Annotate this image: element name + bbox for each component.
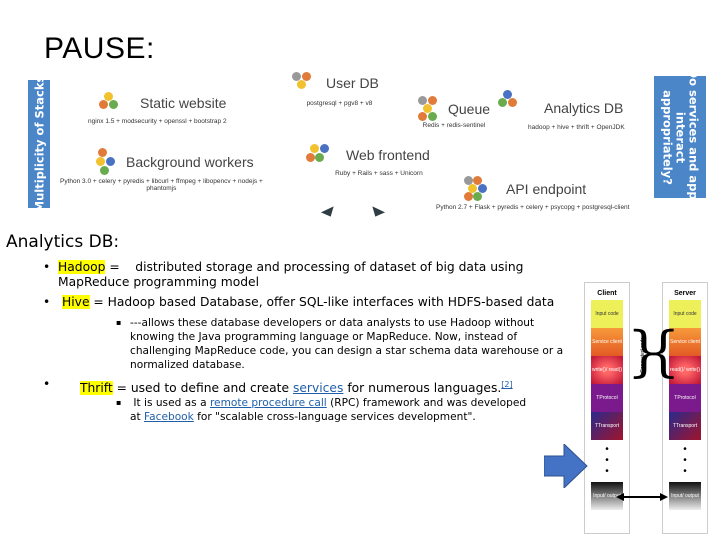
service-stack-line: Python 3.0 + celery + pyredis + libcurl … bbox=[60, 178, 263, 185]
stack-icon bbox=[306, 144, 332, 166]
banner-line: appropriately? bbox=[660, 89, 675, 185]
rpc-link[interactable]: remote procedure call bbox=[210, 397, 327, 409]
section-heading: Analytics DB: bbox=[6, 232, 120, 252]
facebook-link[interactable]: Facebook bbox=[144, 411, 194, 423]
sub-bullet-marker: ▪ bbox=[116, 398, 122, 407]
left-brace-icon: { bbox=[646, 320, 681, 383]
bullet-text: for numerous languages. bbox=[343, 381, 502, 396]
block-input-code: Input code bbox=[591, 300, 623, 328]
client-title: Client bbox=[597, 290, 617, 297]
arrowhead-icon bbox=[320, 206, 338, 220]
service-name: Background workers bbox=[126, 154, 254, 170]
ellipsis-dots: • • • bbox=[605, 444, 609, 477]
detail-text: It is used as a bbox=[130, 397, 210, 409]
service-name: Web frontend bbox=[346, 147, 430, 163]
detail-line: knowing the Java programming language or… bbox=[130, 331, 518, 343]
block-service-client: Service client bbox=[591, 328, 623, 356]
service-background-workers: Background workers Python 3.0 + celery +… bbox=[60, 148, 263, 192]
stack-icon bbox=[98, 92, 120, 114]
bullet-hive: • Hive = Hadoop based Database, offer SQ… bbox=[43, 295, 568, 310]
sub-bullet-marker: ▪ bbox=[116, 318, 122, 327]
service-stack: Ruby + Rails + sass + Unicorn bbox=[335, 170, 423, 177]
term-thrift: Thrift bbox=[80, 381, 113, 396]
multiplicity-banner: Multiplicity of Stacks bbox=[28, 76, 50, 212]
bullet-marker: • bbox=[43, 260, 51, 274]
service-stack: hadoop + hive + thrift + OpenJDK bbox=[528, 124, 625, 131]
service-stack: Redis + redis-sentinel bbox=[422, 122, 486, 129]
stack-icon bbox=[292, 72, 314, 94]
detail-line: ---allows these database developers or d… bbox=[130, 317, 535, 329]
service-name: User DB bbox=[326, 75, 379, 91]
interaction-banner-label: Do services and apps interact appropriat… bbox=[660, 68, 701, 206]
generated-code-label: Generated code bbox=[639, 337, 646, 373]
service-stack: nginx 1.5 + modsecurity + openssl + boot… bbox=[88, 118, 227, 125]
service-name: Static website bbox=[140, 95, 227, 111]
bullet-thrift: • Thrift = used to define and create ser… bbox=[43, 377, 558, 396]
arrowhead-icon bbox=[368, 206, 386, 220]
multiplicity-banner-label: Multiplicity of Stacks bbox=[32, 75, 46, 213]
interaction-banner: Do services and apps interact appropriat… bbox=[654, 68, 706, 206]
services-link[interactable]: services bbox=[293, 381, 343, 395]
service-web-frontend: Web frontend Ruby + Rails + sass + Unico… bbox=[306, 144, 430, 177]
service-name: Analytics DB bbox=[544, 100, 624, 116]
detail-text: (RPC) framework and was developed bbox=[326, 397, 527, 409]
block-ttransport: TTransport bbox=[591, 412, 623, 440]
ellipsis-dots: • • • bbox=[683, 444, 687, 477]
pointer-arrow-icon bbox=[544, 444, 588, 488]
bullet-text: = used to define and create bbox=[112, 381, 293, 396]
service-analytics-db: Analytics DB hadoop + hive + thrift + Op… bbox=[490, 90, 625, 131]
service-name: Queue bbox=[448, 101, 491, 117]
term-hadoop: Hadoop bbox=[58, 260, 106, 274]
service-user-db: User DB postgresql + pgv8 + v8 bbox=[292, 72, 379, 107]
service-stack: Python 2.7 + Flask + pyredis + celery + … bbox=[436, 204, 630, 211]
bullet-marker: • bbox=[43, 377, 51, 391]
bullet-hadoop: • Hadoop = distributed storage and proce… bbox=[43, 260, 558, 290]
bullet-text: = Hadoop based Database, offer SQL-like … bbox=[89, 295, 555, 309]
detail-line: normalized database. bbox=[130, 359, 245, 371]
bullet-text: = distributed storage and processing of … bbox=[105, 260, 524, 274]
stack-icon bbox=[418, 96, 440, 122]
service-stack-line: phantomjs bbox=[146, 185, 177, 192]
banner-line: interact bbox=[673, 111, 688, 163]
bullet-hive-detail: ▪ ---allows these database developers or… bbox=[116, 316, 580, 372]
stack-icon bbox=[498, 90, 520, 112]
block-ttransport: TTransport bbox=[669, 412, 701, 440]
bidirectional-arrow-icon bbox=[616, 493, 668, 501]
detail-text: for "scalable cross-language services de… bbox=[193, 411, 476, 423]
block-tprotocol: TProtocol bbox=[591, 384, 623, 412]
bullet-thrift-detail: ▪ It is used as a remote procedure call … bbox=[116, 396, 580, 424]
detail-line: challenging MapReduce code, you can desi… bbox=[130, 345, 564, 357]
service-name: API endpoint bbox=[506, 181, 587, 197]
service-stack: postgresql + pgv8 + v8 bbox=[306, 100, 373, 107]
slide-title: PAUSE: bbox=[44, 32, 155, 65]
stack-icon bbox=[464, 176, 490, 202]
server-title: Server bbox=[674, 290, 696, 297]
service-static-website: Static website nginx 1.5 + modsecurity +… bbox=[88, 92, 227, 125]
block-write-read: write()/ read() bbox=[591, 356, 623, 384]
term-hive: Hive bbox=[62, 295, 90, 309]
block-tprotocol: TProtocol bbox=[669, 384, 701, 412]
block-input-output: Input/ output bbox=[669, 482, 701, 510]
bullet-text: MapReduce programming model bbox=[58, 275, 260, 289]
service-api-endpoint: API endpoint Python 2.7 + Flask + pyredi… bbox=[436, 176, 629, 211]
stack-icon bbox=[96, 148, 118, 176]
service-stack: Python 3.0 + celery + pyredis + libcurl … bbox=[60, 178, 263, 192]
stacks-diagram: Multiplicity of Stacks Static website ng… bbox=[26, 68, 708, 220]
reference-link[interactable]: [2] bbox=[501, 380, 512, 389]
bullet-marker: • bbox=[43, 295, 51, 309]
banner-line: Do services and apps bbox=[686, 68, 701, 206]
detail-text: at bbox=[130, 411, 145, 423]
service-queue: Queue Redis + redis-sentinel bbox=[418, 96, 490, 129]
